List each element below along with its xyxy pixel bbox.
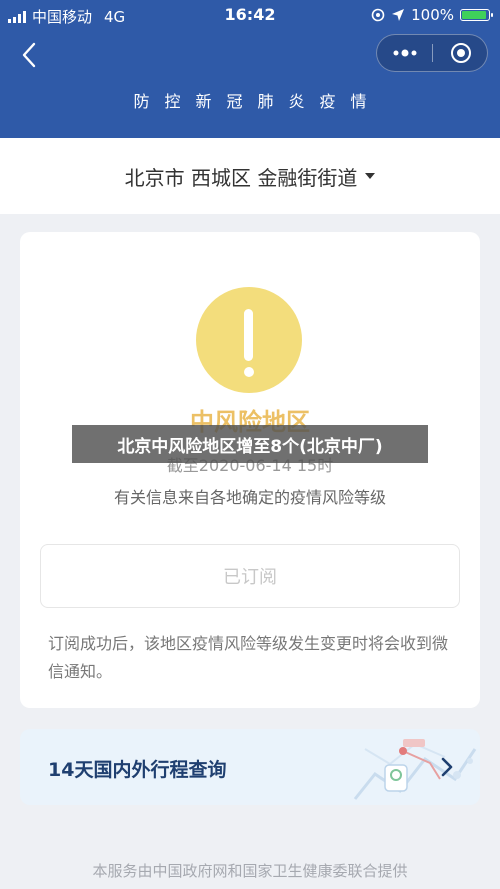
location-arrow-icon	[392, 9, 405, 21]
target-close-icon	[450, 43, 471, 63]
more-button[interactable]	[377, 35, 432, 71]
battery-fill	[462, 11, 486, 19]
subscribe-button[interactable]: 已订阅	[40, 544, 460, 608]
battery-icon	[460, 9, 493, 21]
travel-query-label: 14天国内外行程查询	[48, 759, 227, 781]
subscribe-note: 订阅成功后，该地区疫情风险等级发生变更时将会收到微信通知。	[48, 634, 449, 681]
caret-down-icon	[365, 173, 376, 179]
footer-text: 本服务由中国政府网和国家卫生健康委联合提供	[92, 862, 408, 880]
location-label: 北京市 西城区 金融街街道	[124, 165, 358, 190]
travel-query-card[interactable]: 14天国内外行程查询	[20, 729, 480, 805]
page-title: 防控新冠肺炎疫情	[133, 92, 382, 111]
status-bar: 中国移动 4G 16:42 100%	[0, 0, 500, 28]
travel-map-icon	[353, 739, 477, 800]
back-button[interactable]	[14, 40, 44, 70]
warning-icon	[196, 287, 302, 393]
miniprogram-capsule	[376, 34, 488, 72]
overlay-caption: 北京中风险地区增至8个(北京中厂)	[72, 425, 428, 463]
alarm-icon	[371, 8, 385, 22]
more-dots-icon	[393, 49, 416, 57]
close-button[interactable]	[433, 35, 488, 71]
risk-card: 中风险地区 截至2020-06-14 15时 有关信息来自各地确定的疫情风险等级…	[20, 232, 480, 708]
chevron-right-icon	[441, 757, 453, 777]
battery-percent: 100%	[411, 6, 454, 24]
location-selector[interactable]: 北京市 西城区 金融街街道	[0, 138, 500, 214]
status-right: 100%	[371, 6, 493, 24]
risk-source-note: 有关信息来自各地确定的疫情风险等级	[113, 488, 386, 507]
chevron-left-icon	[22, 42, 36, 68]
